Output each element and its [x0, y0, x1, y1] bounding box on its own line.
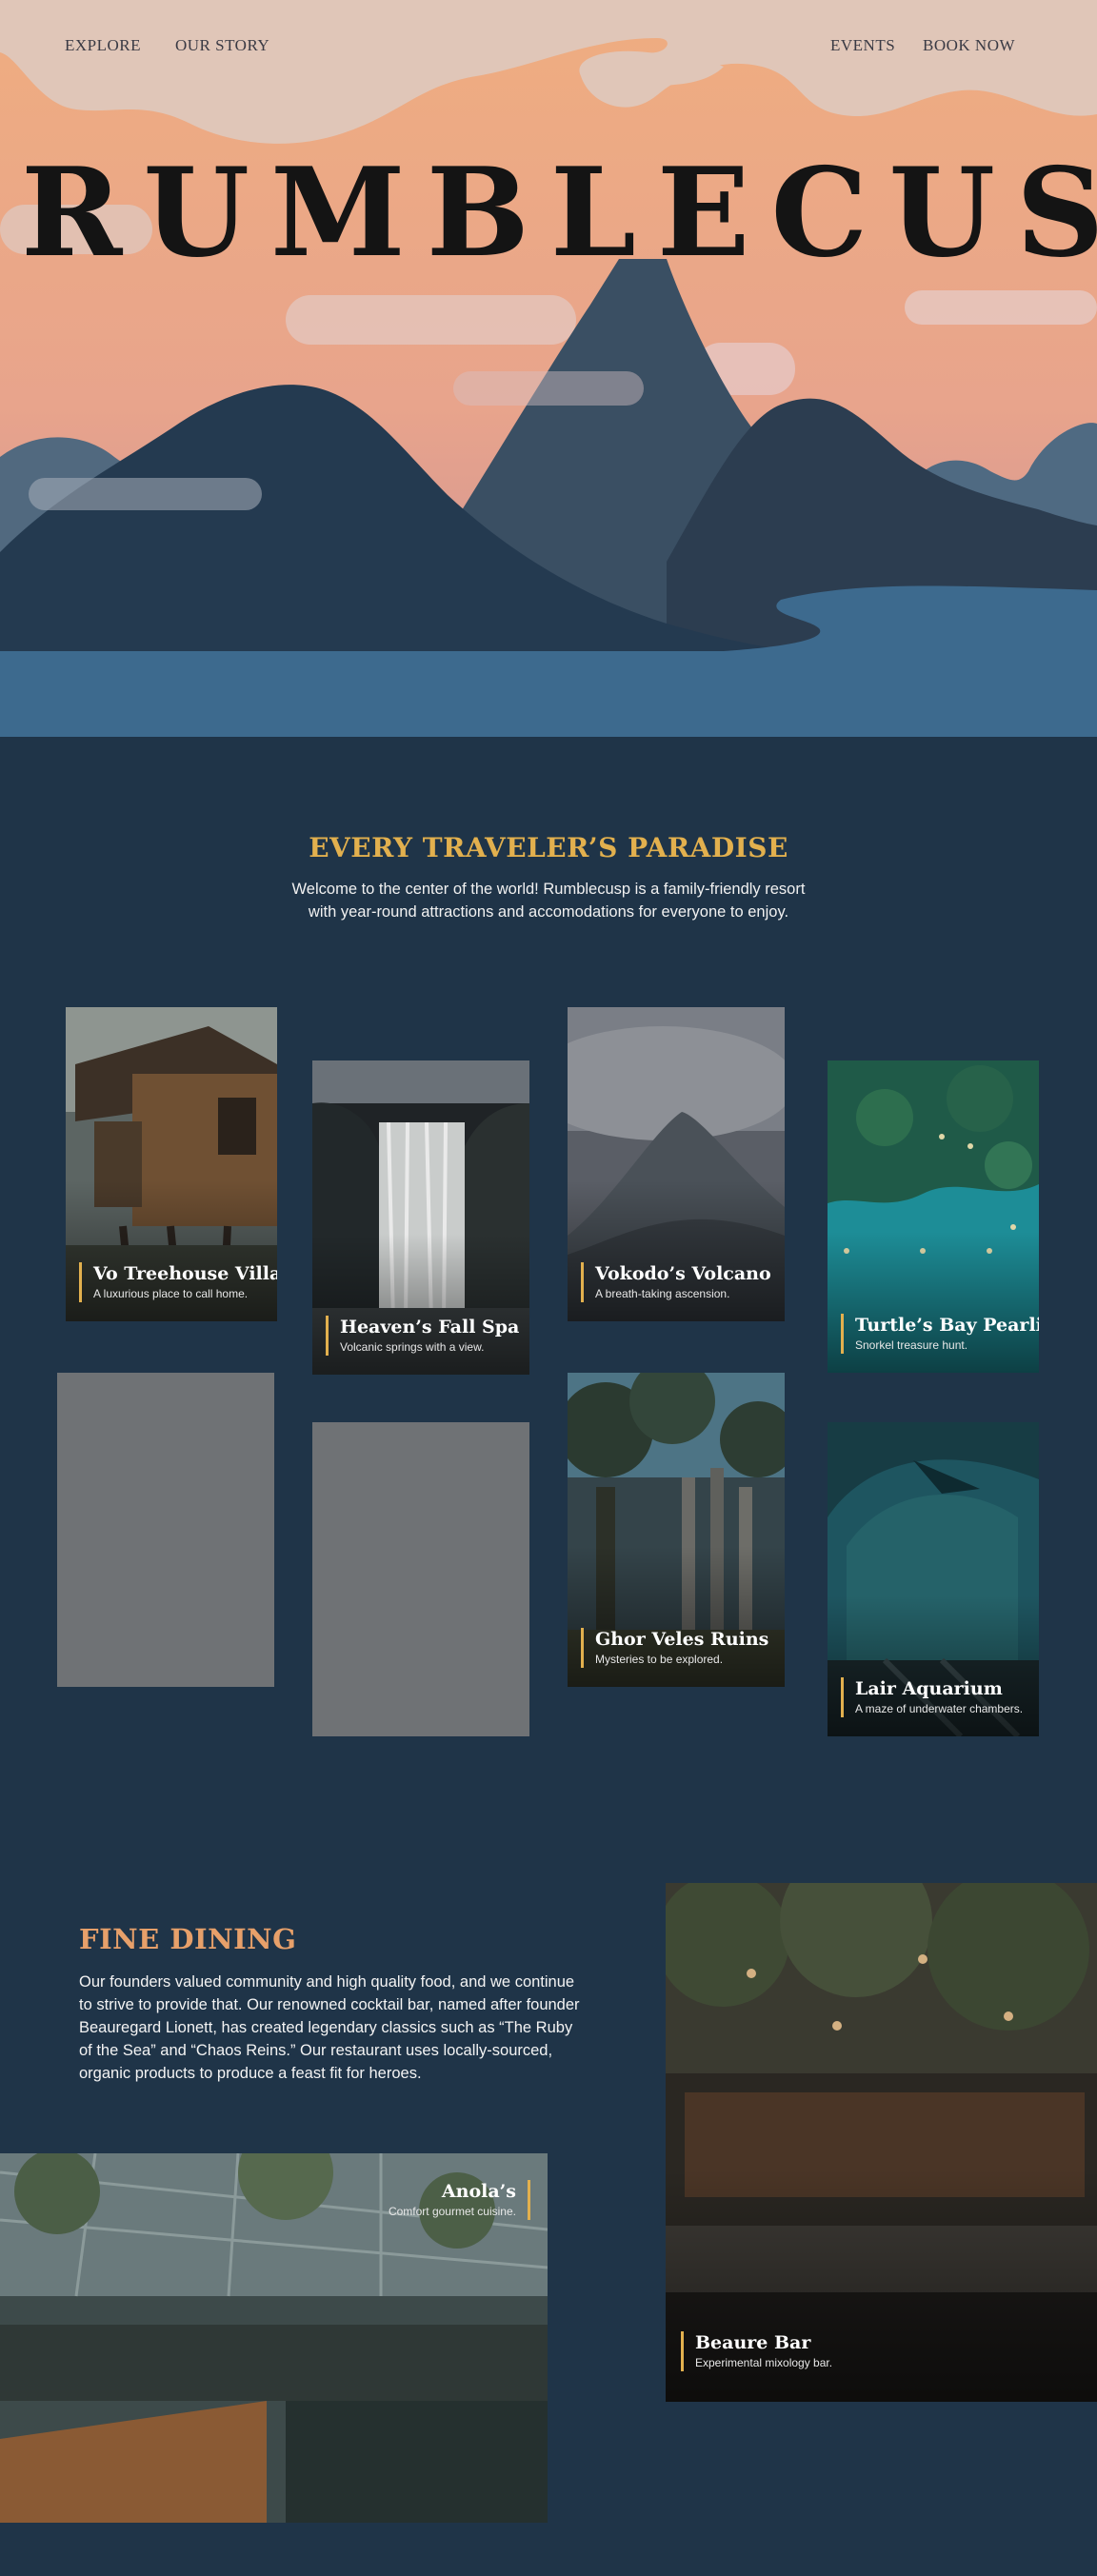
attraction-card-volcano[interactable]: Vokodo’s Volcano A breath-taking ascensi… [568, 1007, 785, 1321]
hero-title: RUMBLECUSP [21, 142, 1097, 285]
card-title: Beaure Bar [695, 2332, 811, 2353]
image-placeholder [57, 1373, 274, 1687]
nav-book-now-link[interactable]: BOOK NOW [923, 36, 1015, 55]
intro-text: Welcome to the center of the world! Rumb… [291, 881, 806, 921]
card-subtitle: Comfort gourmet cuisine. [388, 2205, 516, 2218]
intro-title: EVERY TRAVELER’S PARADISE [309, 832, 788, 863]
card-title: Lair Aquarium [855, 1678, 1003, 1699]
nav-events-link[interactable]: EVENTS [830, 36, 895, 55]
hero-banner: EXPLORE OUR STORY EVENTS BOOK NOW RUMBLE… [0, 0, 1097, 737]
attraction-card-spa[interactable]: Heaven’s Fall Spa Volcanic springs with … [312, 1060, 529, 1375]
card-subtitle: A maze of underwater chambers. [855, 1702, 1024, 1715]
card-caption: Lair Aquarium A maze of underwater chamb… [841, 1677, 1023, 1717]
card-caption: Vokodo’s Volcano A breath-taking ascensi… [581, 1262, 771, 1302]
image-placeholder [312, 1422, 529, 1736]
card-title: Vokodo’s Volcano [595, 1263, 771, 1284]
card-title: Turtle’s Bay Pearling [855, 1315, 1039, 1336]
attraction-card-aquarium[interactable]: Lair Aquarium A maze of underwater chamb… [828, 1422, 1039, 1736]
card-title: Vo Treehouse Villas [93, 1263, 277, 1284]
card-caption: Turtle’s Bay Pearling Snorkel treasure h… [841, 1314, 1039, 1354]
card-title: Ghor Veles Ruins [595, 1629, 769, 1650]
venue-card-anolas[interactable]: Anola’s Comfort gourmet cuisine. [0, 2153, 548, 2523]
card-caption: Beaure Bar Experimental mixology bar. [681, 2331, 832, 2371]
card-subtitle: Volcanic springs with a view. [340, 1340, 485, 1354]
card-title: Heaven’s Fall Spa [340, 1317, 520, 1338]
card-subtitle: Mysteries to be explored. [595, 1653, 724, 1666]
volcano-landscape-illustration [0, 0, 1097, 737]
card-caption: Ghor Veles Ruins Mysteries to be explore… [581, 1628, 768, 1668]
card-subtitle: A breath-taking ascension. [595, 1287, 730, 1300]
card-subtitle: A luxurious place to call home. [93, 1287, 249, 1300]
venue-card-beaure-bar[interactable]: Beaure Bar Experimental mixology bar. [666, 1883, 1097, 2402]
dining-title: FINE DINING [79, 1923, 297, 1955]
attraction-card-ruins[interactable]: Ghor Veles Ruins Mysteries to be explore… [568, 1373, 785, 1687]
card-subtitle: Snorkel treasure hunt. [855, 1338, 968, 1352]
card-caption: Heaven’s Fall Spa Volcanic springs with … [326, 1316, 519, 1356]
card-title: Anola’s [441, 2181, 516, 2202]
attraction-card-pearling[interactable]: Turtle’s Bay Pearling Snorkel treasure h… [828, 1060, 1039, 1373]
card-caption: Vo Treehouse Villas A luxurious place to… [79, 1262, 277, 1302]
card-caption: Anola’s Comfort gourmet cuisine. [389, 2180, 530, 2220]
attraction-card-treehouse[interactable]: Vo Treehouse Villas A luxurious place to… [66, 1007, 277, 1321]
dining-text: Our founders valued community and high q… [79, 1973, 580, 2082]
nav-our-story-link[interactable]: OUR STORY [175, 36, 269, 55]
nav-explore-link[interactable]: EXPLORE [65, 36, 141, 55]
card-subtitle: Experimental mixology bar. [695, 2356, 833, 2369]
